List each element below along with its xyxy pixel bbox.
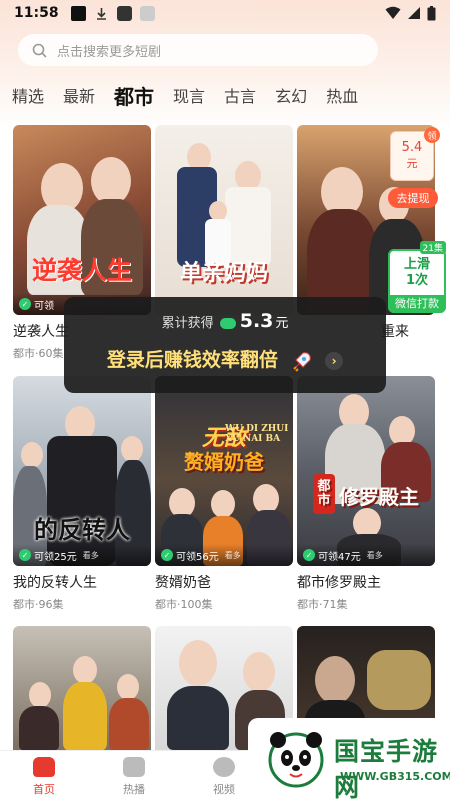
earnings-popup[interactable]: 累计获得 5.3 元 登录后赚钱效率翻倍 › xyxy=(64,297,386,393)
drama-poster[interactable]: 的反转人 ✓ 可领25元 看多 xyxy=(13,376,151,566)
app-icon-2 xyxy=(139,5,155,21)
tab-rexue[interactable]: 热血 xyxy=(326,82,358,112)
swipe-line2: 1次 xyxy=(405,273,429,288)
status-bar: 11:58 xyxy=(0,0,450,26)
search-icon xyxy=(32,43,47,58)
episode-badge: 21集 xyxy=(419,241,446,254)
withdraw-button[interactable]: 去提现 xyxy=(388,188,438,208)
signal-icon xyxy=(408,7,420,19)
earned-unit: 元 xyxy=(275,316,289,331)
watermark-text: 国宝手游网 xyxy=(334,737,439,800)
nav-video-label: 视频 xyxy=(213,783,235,796)
money-icon xyxy=(219,318,236,329)
play-icon xyxy=(123,757,145,777)
reward-label: ✓ 可领25元 看多 xyxy=(13,544,151,566)
rocket-icon xyxy=(292,351,311,372)
login-cta[interactable]: 登录后赚钱效率翻倍 › xyxy=(64,345,386,372)
poster-title: 逆袭人生 xyxy=(31,256,132,285)
drama-title: 我的反转人生 xyxy=(13,575,97,591)
tab-xianyan[interactable]: 现言 xyxy=(173,82,205,112)
notification-icon xyxy=(70,5,86,21)
drama-meta: 都市·96集 xyxy=(13,598,64,611)
chevron-right-icon: › xyxy=(325,351,344,370)
reward-label: ✓ 可领56元 看多 xyxy=(155,544,293,566)
swipe-reward-widget[interactable]: 21集 上滑 1次 微信打款 xyxy=(388,241,446,313)
battery-icon xyxy=(427,5,436,20)
drama-card[interactable] xyxy=(13,626,151,750)
drama-title: 都市修罗殿主 xyxy=(297,575,381,591)
status-time: 11:58 xyxy=(14,5,59,21)
login-cta-text: 登录后赚钱效率翻倍 xyxy=(106,349,278,371)
tab-xuanhuan[interactable]: 玄幻 xyxy=(275,82,307,112)
drama-card[interactable]: 的反转人 ✓ 可领25元 看多 我的反转人生 都市·96集 xyxy=(13,376,151,612)
wechat-payout-label: 微信打款 xyxy=(388,295,446,313)
claim-tag: 领 xyxy=(424,127,440,143)
poster-english: WU DI ZHUI XU NAI BA xyxy=(225,424,289,444)
watermark-url: WWW.GB315.COM xyxy=(340,770,450,783)
withdraw-coupon-widget[interactable]: 5.4 元 领 去提现 xyxy=(388,127,440,211)
nav-home-label: 首页 xyxy=(33,783,55,796)
poster-title: 赘婿奶爸 xyxy=(184,450,264,474)
poster-title: 的反转人 xyxy=(34,515,130,544)
download-icon xyxy=(94,6,109,21)
drama-title: 赘婿奶爸 xyxy=(155,575,211,591)
swipe-line1: 上滑 xyxy=(403,257,430,272)
reward-label: ✓ 可领47元 看多 xyxy=(297,544,435,566)
drama-poster[interactable]: 无敌 WU DI ZHUI XU NAI BA 赘婿奶爸 ✓ 可领56元 看多 xyxy=(155,376,293,566)
nav-video[interactable]: 视频 xyxy=(196,757,252,797)
earned-label: 累计获得 xyxy=(161,316,214,331)
home-icon xyxy=(33,757,55,777)
nav-home[interactable]: 首页 xyxy=(16,757,72,797)
tab-jingxuan[interactable]: 精选 xyxy=(12,82,44,112)
search-bar[interactable]: 点击搜索更多短剧 xyxy=(18,34,378,66)
nav-hot-label: 热播 xyxy=(123,783,145,796)
app-icon xyxy=(116,5,132,21)
video-icon xyxy=(213,757,235,777)
earned-amount: 5.3 xyxy=(239,310,274,332)
poster-badge: 都市 xyxy=(313,474,335,514)
drama-poster[interactable]: 逆袭人生 ✓ 可领 xyxy=(13,125,151,315)
nav-hot[interactable]: 热播 xyxy=(106,757,162,797)
category-tabs: 精选 最新 都市 现言 古言 玄幻 热血 xyxy=(12,80,377,112)
drama-meta: 都市·100集 xyxy=(155,598,213,611)
tab-guyan[interactable]: 古言 xyxy=(224,82,256,112)
drama-meta: 都市·71集 xyxy=(297,598,348,611)
drama-card[interactable]: 无敌 WU DI ZHUI XU NAI BA 赘婿奶爸 ✓ 可领56元 看多 赘婿… xyxy=(155,376,293,612)
earned-summary: 累计获得 5.3 元 xyxy=(64,310,386,332)
wifi-icon xyxy=(385,6,401,19)
tab-dushi[interactable]: 都市 xyxy=(114,82,154,112)
drama-poster[interactable]: 都市 修罗殿主 ✓ 可领47元 看多 xyxy=(297,376,435,566)
panda-logo-icon xyxy=(268,732,324,788)
drama-poster[interactable]: 单亲妈妈 xyxy=(155,125,293,315)
search-placeholder: 点击搜索更多短剧 xyxy=(57,44,162,60)
tab-zuixin[interactable]: 最新 xyxy=(63,82,95,112)
poster-title: 单亲妈妈 xyxy=(179,260,268,286)
drama-card[interactable]: 单亲妈妈 xyxy=(155,125,293,315)
site-watermark: 国宝手游网 WWW.GB315.COM xyxy=(248,718,450,800)
drama-poster[interactable] xyxy=(13,626,151,750)
drama-card[interactable]: 都市 修罗殿主 ✓ 可领47元 看多 都市修罗殿主 都市·71集 xyxy=(297,376,435,612)
